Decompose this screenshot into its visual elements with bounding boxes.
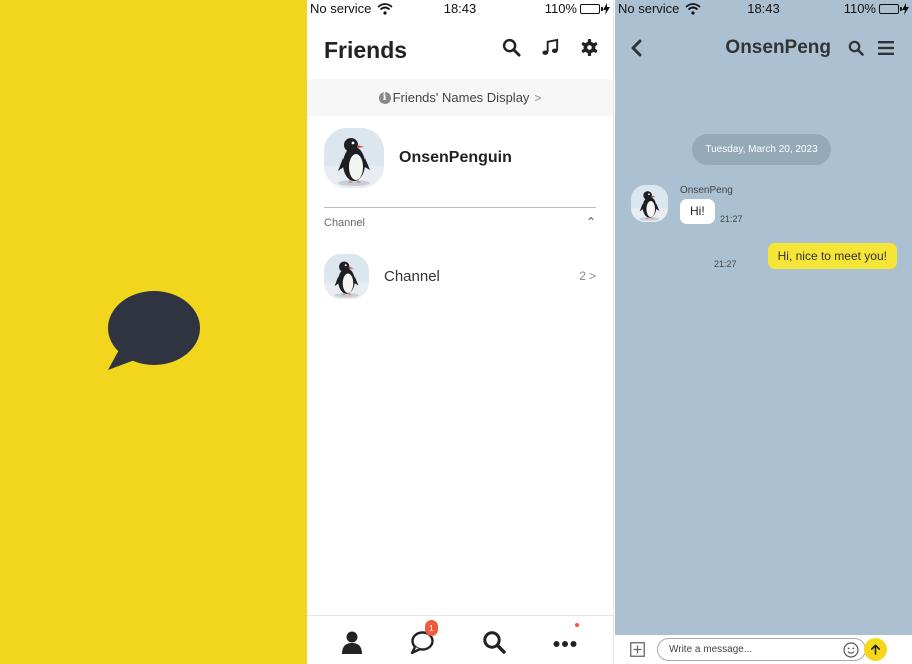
names-display-label: Friends' Names Display	[392, 90, 530, 105]
charging-icon	[603, 2, 610, 15]
tab-search[interactable]	[482, 630, 506, 654]
chevron-right-icon: >	[534, 90, 542, 105]
emoji-icon[interactable]	[843, 642, 859, 658]
message-timestamp: 21:27	[720, 214, 743, 224]
status-bar: No service 18:43 110%	[615, 0, 912, 18]
friends-header: Friends	[324, 34, 599, 66]
search-icon[interactable]	[502, 38, 521, 57]
message-input[interactable]	[657, 638, 866, 661]
tab-friends[interactable]	[340, 630, 364, 654]
channel-count: 2	[579, 269, 586, 283]
gear-icon[interactable]	[580, 38, 599, 57]
friends-names-display-banner[interactable]: i Friends' Names Display >	[307, 79, 613, 116]
battery-icon	[580, 3, 603, 14]
hamburger-menu-icon[interactable]	[878, 41, 894, 55]
battery-icon	[879, 3, 902, 14]
profile-name: OnsenPenguin	[399, 149, 512, 166]
person-icon	[342, 631, 362, 654]
charging-icon	[902, 2, 909, 15]
unread-badge: 1	[425, 620, 438, 636]
arrow-up-icon	[871, 644, 880, 655]
add-attachment-icon[interactable]	[630, 642, 645, 657]
avatar	[324, 253, 369, 299]
send-button[interactable]	[864, 638, 887, 661]
chat-screen: No service 18:43 110% OnsenPeng Tuesday,…	[615, 0, 912, 664]
friends-screen: No service 18:43 110% Friends i Friends'…	[307, 0, 614, 664]
divider	[324, 207, 596, 208]
message-composer	[615, 635, 912, 664]
search-icon[interactable]	[848, 40, 864, 56]
speech-bubble-icon	[108, 291, 200, 370]
music-note-icon[interactable]	[541, 38, 560, 57]
sender-name: OnsenPeng	[680, 185, 733, 196]
battery-label: 110%	[544, 1, 577, 16]
bottom-tab-bar: 1	[307, 615, 613, 664]
channel-row[interactable]: Channel 2 >	[324, 253, 596, 299]
more-icon	[553, 641, 577, 647]
chat-title: OnsenPeng	[725, 37, 831, 58]
status-bar: No service 18:43 110%	[307, 0, 613, 18]
avatar	[324, 128, 384, 188]
tab-chats[interactable]: 1	[410, 620, 438, 655]
incoming-message-bubble[interactable]: Hi!	[680, 199, 715, 224]
channel-name: Channel	[384, 267, 440, 285]
tab-more[interactable]	[553, 623, 579, 654]
notification-dot	[575, 623, 579, 627]
date-separator: Tuesday, March 20, 2023	[692, 134, 831, 165]
splash-screen	[0, 0, 307, 664]
section-label: Channel	[324, 217, 365, 229]
chevron-up-icon[interactable]: ⌃	[586, 215, 596, 229]
message-timestamp: 21:27	[714, 259, 737, 269]
sender-avatar[interactable]	[631, 185, 668, 222]
battery-label: 110%	[843, 1, 876, 16]
my-profile-row[interactable]: OnsenPenguin	[324, 127, 596, 189]
info-icon: i	[378, 91, 391, 104]
chat-header: OnsenPeng	[615, 34, 912, 64]
chevron-right-icon: >	[588, 269, 596, 283]
search-icon	[483, 631, 506, 654]
back-arrow-icon[interactable]	[629, 38, 643, 58]
outgoing-message-bubble[interactable]: Hi, nice to meet you!	[767, 243, 897, 269]
channel-section-header: Channel ⌃	[324, 215, 596, 233]
